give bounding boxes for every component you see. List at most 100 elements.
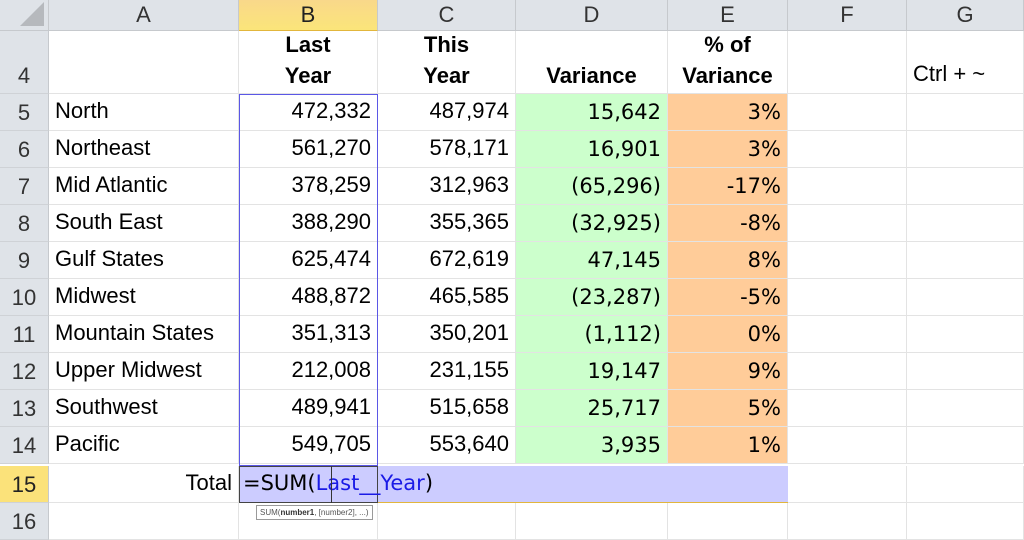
- cell-g15[interactable]: [907, 466, 1024, 503]
- row-header-11[interactable]: 11: [0, 316, 49, 353]
- variance-cell[interactable]: (1,112): [516, 316, 668, 353]
- column-header-g[interactable]: G: [907, 0, 1024, 31]
- pct-variance-cell[interactable]: 5%: [668, 390, 788, 427]
- empty-cell-g[interactable]: [907, 94, 1024, 131]
- empty-cell-g[interactable]: [907, 353, 1024, 390]
- cell-a15[interactable]: Total: [49, 466, 239, 503]
- cell-d4[interactable]: Variance: [516, 31, 668, 94]
- pct-variance-cell[interactable]: 0%: [668, 316, 788, 353]
- column-header-d[interactable]: D: [516, 0, 668, 31]
- cell-c4[interactable]: This Year: [378, 31, 516, 94]
- region-cell[interactable]: Pacific: [49, 427, 239, 464]
- region-cell[interactable]: Upper Midwest: [49, 353, 239, 390]
- empty-cell-g[interactable]: [907, 242, 1024, 279]
- select-all-corner[interactable]: [0, 0, 49, 31]
- row-header-16[interactable]: 16: [0, 503, 49, 540]
- empty-cell-f[interactable]: [788, 168, 907, 205]
- region-cell[interactable]: Southwest: [49, 390, 239, 427]
- empty-cell-f[interactable]: [788, 427, 907, 464]
- last-year-cell[interactable]: 378,259: [239, 168, 378, 205]
- empty-cell-g[interactable]: [907, 279, 1024, 316]
- cell-g16[interactable]: [907, 503, 1024, 540]
- cell-a4[interactable]: [49, 31, 239, 94]
- row-header-7[interactable]: 7: [0, 168, 49, 205]
- last-year-cell[interactable]: 489,941: [239, 390, 378, 427]
- empty-cell-f[interactable]: [788, 316, 907, 353]
- empty-cell-g[interactable]: [907, 205, 1024, 242]
- variance-cell[interactable]: 19,147: [516, 353, 668, 390]
- pct-variance-cell[interactable]: 8%: [668, 242, 788, 279]
- last-year-cell[interactable]: 212,008: [239, 353, 378, 390]
- region-cell[interactable]: South East: [49, 205, 239, 242]
- cell-e4[interactable]: % of Variance: [668, 31, 788, 94]
- region-cell[interactable]: Mid Atlantic: [49, 168, 239, 205]
- variance-cell[interactable]: (65,296): [516, 168, 668, 205]
- region-cell[interactable]: Gulf States: [49, 242, 239, 279]
- this-year-cell[interactable]: 672,619: [378, 242, 516, 279]
- cell-b4[interactable]: Last Year: [239, 31, 378, 94]
- this-year-cell[interactable]: 578,171: [378, 131, 516, 168]
- column-header-c[interactable]: C: [378, 0, 516, 31]
- empty-cell-g[interactable]: [907, 427, 1024, 464]
- this-year-cell[interactable]: 487,974: [378, 94, 516, 131]
- this-year-cell[interactable]: 312,963: [378, 168, 516, 205]
- row-header-5[interactable]: 5: [0, 94, 49, 131]
- variance-cell[interactable]: (23,287): [516, 279, 668, 316]
- pct-variance-cell[interactable]: 3%: [668, 94, 788, 131]
- column-header-a[interactable]: A: [49, 0, 239, 31]
- in-cell-formula[interactable]: =SUM(Last__Year): [243, 471, 433, 495]
- this-year-cell[interactable]: 231,155: [378, 353, 516, 390]
- variance-cell[interactable]: 16,901: [516, 131, 668, 168]
- pct-variance-cell[interactable]: -5%: [668, 279, 788, 316]
- cell-c16[interactable]: [378, 503, 516, 540]
- this-year-cell[interactable]: 553,640: [378, 427, 516, 464]
- region-cell[interactable]: North: [49, 94, 239, 131]
- last-year-cell[interactable]: 625,474: [239, 242, 378, 279]
- this-year-cell[interactable]: 515,658: [378, 390, 516, 427]
- column-header-b[interactable]: B: [239, 0, 378, 31]
- row-header-15[interactable]: 15: [0, 466, 49, 503]
- variance-cell[interactable]: 3,935: [516, 427, 668, 464]
- column-header-f[interactable]: F: [788, 0, 907, 31]
- empty-cell-f[interactable]: [788, 353, 907, 390]
- variance-cell[interactable]: 47,145: [516, 242, 668, 279]
- cell-f4[interactable]: [788, 31, 907, 94]
- row-header-9[interactable]: 9: [0, 242, 49, 279]
- cell-g4[interactable]: Ctrl + ~: [907, 31, 1024, 94]
- cell-e16[interactable]: [668, 503, 788, 540]
- variance-cell[interactable]: 15,642: [516, 94, 668, 131]
- last-year-cell[interactable]: 388,290: [239, 205, 378, 242]
- row-header-8[interactable]: 8: [0, 205, 49, 242]
- empty-cell-g[interactable]: [907, 390, 1024, 427]
- region-cell[interactable]: Mountain States: [49, 316, 239, 353]
- row-header-12[interactable]: 12: [0, 353, 49, 390]
- row-header-6[interactable]: 6: [0, 131, 49, 168]
- variance-cell[interactable]: 25,717: [516, 390, 668, 427]
- row-header-13[interactable]: 13: [0, 390, 49, 427]
- last-year-cell[interactable]: 351,313: [239, 316, 378, 353]
- empty-cell-f[interactable]: [788, 390, 907, 427]
- variance-cell[interactable]: (32,925): [516, 205, 668, 242]
- empty-cell-f[interactable]: [788, 279, 907, 316]
- pct-variance-cell[interactable]: 9%: [668, 353, 788, 390]
- cell-f16[interactable]: [788, 503, 907, 540]
- empty-cell-f[interactable]: [788, 131, 907, 168]
- pct-variance-cell[interactable]: -8%: [668, 205, 788, 242]
- empty-cell-g[interactable]: [907, 316, 1024, 353]
- empty-cell-f[interactable]: [788, 94, 907, 131]
- empty-cell-g[interactable]: [907, 168, 1024, 205]
- this-year-cell[interactable]: 350,201: [378, 316, 516, 353]
- cell-f15[interactable]: [788, 466, 907, 503]
- row-header-4[interactable]: 4: [0, 31, 49, 94]
- column-header-e[interactable]: E: [668, 0, 788, 31]
- region-cell[interactable]: Northeast: [49, 131, 239, 168]
- this-year-cell[interactable]: 465,585: [378, 279, 516, 316]
- last-year-cell[interactable]: 472,332: [239, 94, 378, 131]
- empty-cell-f[interactable]: [788, 205, 907, 242]
- pct-variance-cell[interactable]: 1%: [668, 427, 788, 464]
- cell-d16[interactable]: [516, 503, 668, 540]
- cell-a16[interactable]: [49, 503, 239, 540]
- function-argument-tooltip[interactable]: SUM(number1, [number2], ...): [256, 505, 373, 520]
- row-header-10[interactable]: 10: [0, 279, 49, 316]
- last-year-cell[interactable]: 561,270: [239, 131, 378, 168]
